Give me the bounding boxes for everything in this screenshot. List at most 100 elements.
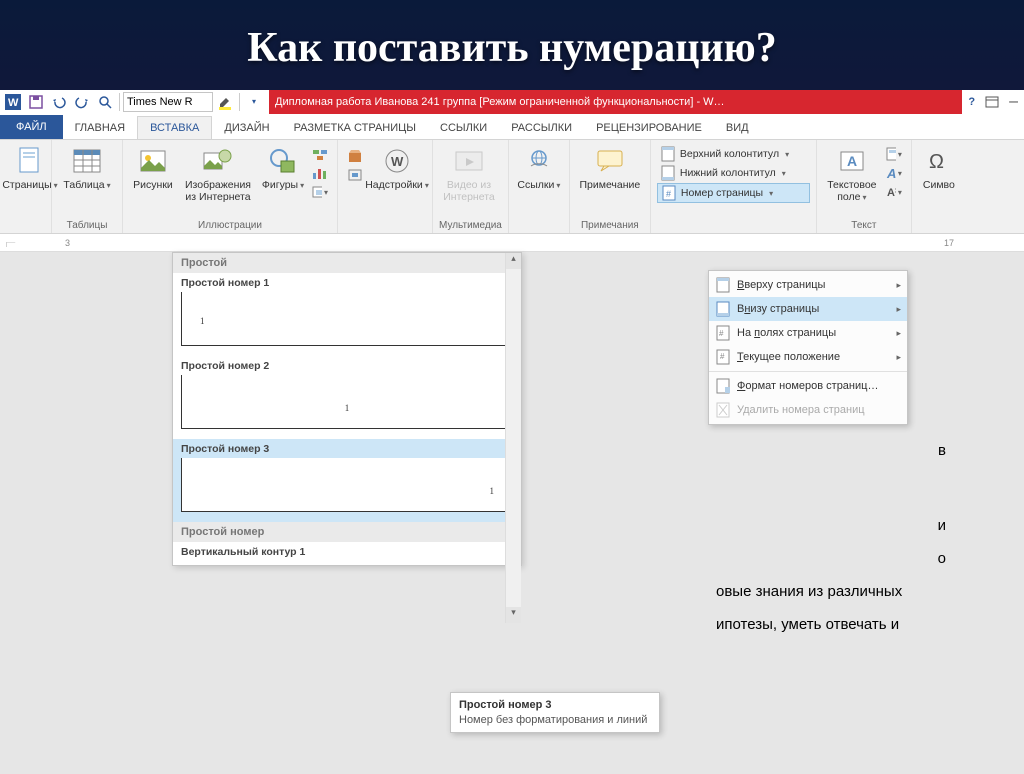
table-icon [71, 145, 103, 177]
screenshot-button[interactable] [309, 183, 331, 201]
video-icon [453, 145, 485, 177]
wordart-icon: A [886, 165, 902, 181]
gallery-tooltip: Простой номер 3 Номер без форматирования… [450, 692, 660, 733]
word-window: W ▾ Дипломная работа Иванова 241 группа … [0, 90, 1024, 774]
ribbon-tabs: ФАЙЛ ГЛАВНАЯ ВСТАВКА ДИЗАЙН РАЗМЕТКА СТР… [0, 114, 1024, 140]
tab-references[interactable]: ССЫЛКИ [428, 117, 499, 139]
textbox-icon: A [836, 145, 868, 177]
page-number-button[interactable]: #Номер страницы [657, 183, 810, 203]
tab-layout[interactable]: РАЗМЕТКА СТРАНИЦЫ [282, 117, 428, 139]
menu-page-margins[interactable]: #На полях страницы▸ [709, 321, 907, 345]
illustrations-group-label: Иллюстрации [129, 220, 331, 231]
page-number-submenu: Вверху страницы▸ Внизу страницы▸ #На пол… [708, 270, 908, 425]
svg-text:A: A [847, 153, 857, 169]
store-icon [347, 148, 363, 164]
svg-text:A: A [886, 166, 896, 180]
remove-icon [715, 402, 731, 418]
redo-icon[interactable] [71, 91, 93, 113]
menu-bottom-of-page[interactable]: Внизу страницы▸ [709, 297, 907, 321]
ribbon: Страницы Таблица Таблицы Рисунки Изображ… [0, 140, 1024, 234]
tables-group-label: Таблицы [58, 220, 116, 231]
format-icon [715, 378, 731, 394]
shapes-button[interactable]: Фигуры [259, 143, 307, 193]
svg-text:A: A [887, 187, 895, 199]
header-button[interactable]: Верхний колонтитул [657, 145, 810, 163]
help-icon[interactable]: ? [968, 96, 975, 108]
gallery-item-2[interactable]: Простой номер 2 1 [173, 356, 521, 439]
svg-text:W: W [391, 154, 404, 169]
svg-text:#: # [719, 329, 724, 338]
pages-button[interactable]: Страницы [6, 143, 54, 193]
comments-group-label: Примечания [576, 220, 644, 231]
gallery-item-3[interactable]: Простой номер 3 1 [173, 439, 521, 522]
pictures-button[interactable]: Рисунки [129, 143, 177, 193]
svg-text:#: # [720, 352, 725, 361]
svg-text:W: W [8, 97, 19, 109]
quick-access-toolbar: W ▾ Дипломная работа Иванова 241 группа … [0, 90, 1024, 114]
word-icon: W [2, 91, 24, 113]
chart-icon [312, 165, 328, 181]
qat-more-icon[interactable]: ▾ [243, 91, 265, 113]
addins-icon [347, 167, 363, 183]
dropcap-icon: A [886, 184, 902, 200]
highlight-icon[interactable] [214, 91, 236, 113]
minimize-icon[interactable]: – [1009, 93, 1018, 111]
ruler: ⎿ 3 17 [0, 234, 1024, 252]
svg-text:Ω: Ω [929, 151, 944, 173]
tab-review[interactable]: РЕЦЕНЗИРОВАНИЕ [584, 117, 714, 139]
menu-top-of-page[interactable]: Вверху страницы▸ [709, 273, 907, 297]
tab-insert[interactable]: ВСТАВКА [137, 116, 212, 139]
quickparts-icon [886, 146, 902, 162]
shapes-icon [267, 145, 299, 177]
online-video-button[interactable]: Видео из Интернета [439, 143, 499, 205]
page-icon [14, 145, 46, 177]
dropcap-button[interactable]: A [883, 183, 905, 201]
footer-icon [660, 165, 676, 181]
menu-format-page-numbers[interactable]: Формат номеров страниц… [709, 374, 907, 398]
bottom-page-icon [715, 301, 731, 317]
symbol-button[interactable]: Ω Симво [918, 143, 960, 193]
tab-design[interactable]: ДИЗАЙН [212, 117, 281, 139]
undo-icon[interactable] [48, 91, 70, 113]
addins-button[interactable]: W Надстройки [368, 143, 426, 193]
wordart-button[interactable]: A [883, 164, 905, 182]
link-icon [523, 145, 555, 177]
document-area: ⎿ 3 17 Простой Простой номер 1 1 Простой… [0, 234, 1024, 774]
save-icon[interactable] [25, 91, 47, 113]
store-button[interactable] [344, 147, 366, 165]
menu-current-position[interactable]: #Текущее положение▸ [709, 345, 907, 369]
textbox-button[interactable]: A Текстовое поле [823, 143, 881, 205]
smartart-button[interactable] [309, 145, 331, 163]
page-number-gallery: Простой Простой номер 1 1 Простой номер … [172, 252, 522, 566]
footer-button[interactable]: Нижний колонтитул [657, 164, 810, 182]
header-icon [660, 146, 676, 162]
online-pictures-icon [202, 145, 234, 177]
find-icon[interactable] [94, 91, 116, 113]
screenshot-icon [312, 184, 328, 200]
font-selector[interactable] [123, 92, 213, 112]
gallery-item-vertical[interactable]: Вертикальный контур 1 [173, 542, 521, 565]
gallery-scrollbar[interactable]: ▴▾ [505, 253, 521, 623]
gallery-section-simple: Простой [173, 253, 521, 273]
links-button[interactable]: Ссылки [515, 143, 563, 193]
tab-view[interactable]: ВИД [714, 117, 761, 139]
gallery-item-1[interactable]: Простой номер 1 1 [173, 273, 521, 356]
tab-mailings[interactable]: РАССЫЛКИ [499, 117, 584, 139]
chart-button[interactable] [309, 164, 331, 182]
table-button[interactable]: Таблица [58, 143, 116, 193]
myaddins-button[interactable] [344, 166, 366, 184]
menu-remove-page-numbers: Удалить номера страниц [709, 398, 907, 422]
quickparts-button[interactable] [883, 145, 905, 163]
omega-icon: Ω [923, 145, 955, 177]
tab-home[interactable]: ГЛАВНАЯ [63, 117, 137, 139]
title-bar: Дипломная работа Иванова 241 группа [Реж… [269, 90, 962, 114]
tab-file[interactable]: ФАЙЛ [0, 115, 63, 139]
page-number-icon: # [661, 185, 677, 201]
multimedia-group-label: Мультимедиа [439, 220, 502, 231]
gallery-section-simple-num: Простой номер [173, 522, 521, 542]
comment-icon [594, 145, 626, 177]
document-text: в и о овые знания из различных ипотезы, … [716, 434, 976, 641]
comment-button[interactable]: Примечание [576, 143, 644, 193]
online-pictures-button[interactable]: Изображения из Интернета [179, 143, 257, 205]
ribbon-options-icon[interactable] [985, 96, 999, 108]
